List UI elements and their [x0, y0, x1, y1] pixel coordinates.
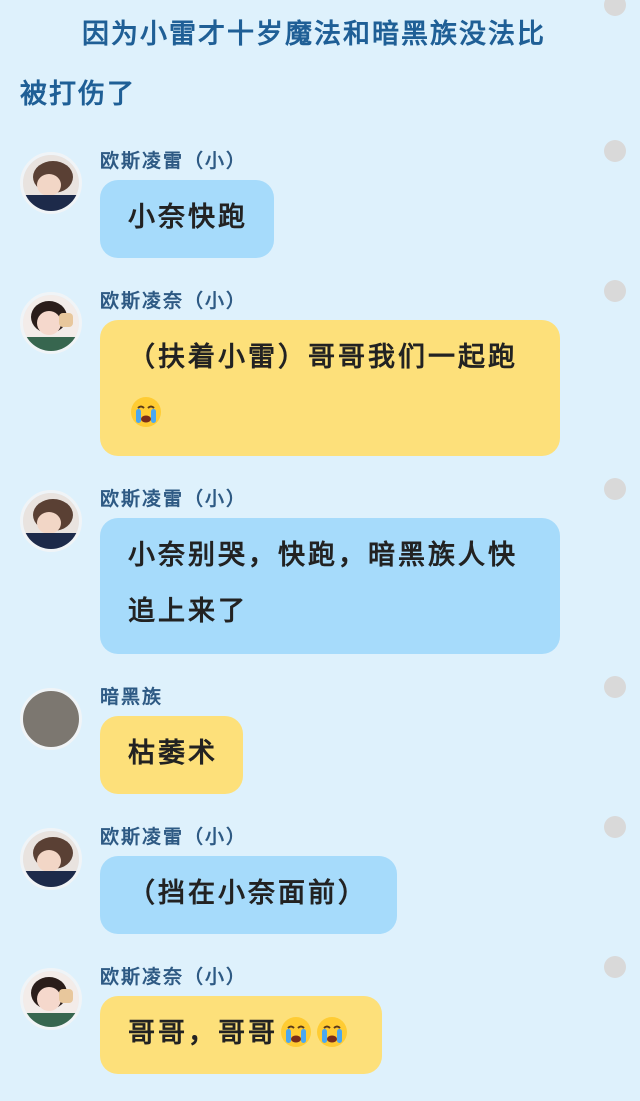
- message-bubble[interactable]: 小奈别哭，快跑，暗黑族人快 追上来了: [100, 518, 560, 654]
- message-bubble[interactable]: （扶着小雷）哥哥我们一起跑: [100, 320, 560, 456]
- avatar-boy[interactable]: [20, 490, 82, 552]
- sender-name: 暗黑族: [100, 686, 164, 708]
- sender-name: 欧斯凌雷（小）: [100, 488, 248, 510]
- avatar-girl[interactable]: [20, 968, 82, 1030]
- status-dot: [604, 140, 626, 162]
- message-text: 追上来了: [128, 596, 248, 627]
- status-dot: [604, 280, 626, 302]
- message-bubble[interactable]: （挡在小奈面前）: [100, 856, 397, 934]
- avatar-placeholder[interactable]: [20, 688, 82, 750]
- message-text: 小奈别哭，快跑，暗黑族人快: [128, 540, 518, 571]
- avatar-boy[interactable]: [20, 828, 82, 890]
- avatar-boy[interactable]: [20, 152, 82, 214]
- crying-face-icon: [317, 1017, 347, 1047]
- message-text: （扶着小雷）哥哥我们一起跑: [128, 342, 518, 373]
- avatar-girl[interactable]: [20, 292, 82, 354]
- sender-name: 欧斯凌雷（小）: [100, 826, 248, 848]
- message-bubble[interactable]: 枯萎术: [100, 716, 243, 794]
- status-dot: [604, 478, 626, 500]
- story-title-line-2: 被打伤了: [20, 79, 136, 110]
- crying-face-icon: [131, 397, 161, 427]
- status-dot: [604, 816, 626, 838]
- story-title-line-1: 因为小雷才十岁魔法和暗黑族没法比: [82, 19, 546, 50]
- sender-name: 欧斯凌雷（小）: [100, 150, 248, 172]
- message-text: 哥哥，哥哥: [128, 1018, 278, 1049]
- status-dot: [604, 956, 626, 978]
- status-dot: [604, 676, 626, 698]
- message-text: 枯萎术: [128, 738, 218, 769]
- sender-name: 欧斯凌奈（小）: [100, 966, 248, 988]
- message-text: 小奈快跑: [128, 202, 248, 233]
- crying-face-icon: [281, 1017, 311, 1047]
- message-line: 哥哥，哥哥: [128, 1006, 354, 1062]
- message-bubble[interactable]: 哥哥，哥哥: [100, 996, 382, 1074]
- message-text: （挡在小奈面前）: [128, 878, 368, 909]
- message-emoji-line: [128, 386, 532, 442]
- message-bubble[interactable]: 小奈快跑: [100, 180, 274, 258]
- sender-name: 欧斯凌奈（小）: [100, 290, 248, 312]
